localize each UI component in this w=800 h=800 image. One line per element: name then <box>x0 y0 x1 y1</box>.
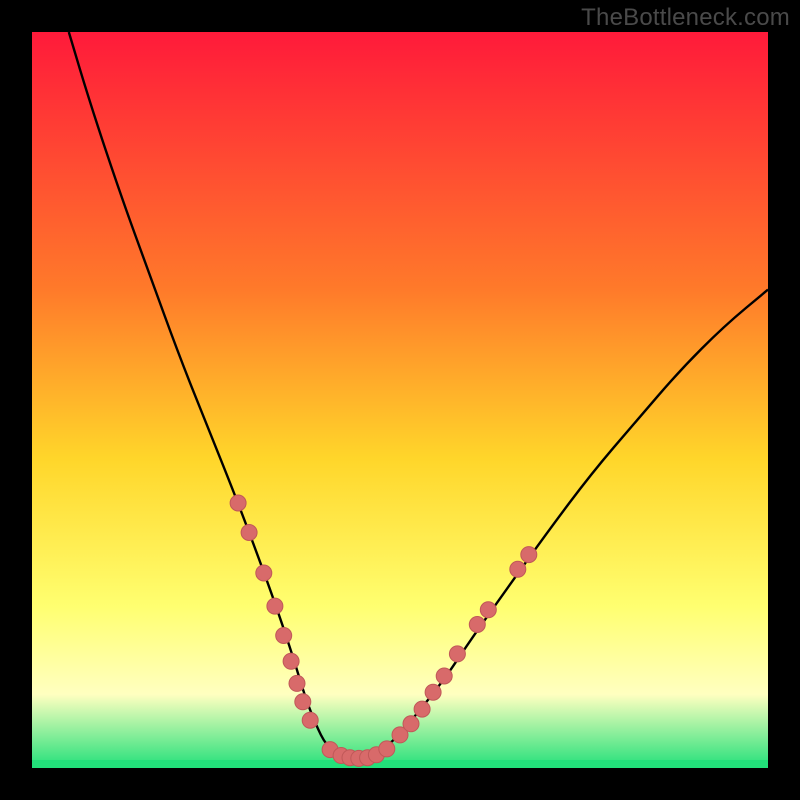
data-marker <box>510 561 526 577</box>
bottleneck-chart <box>0 0 800 800</box>
data-marker <box>276 628 292 644</box>
data-marker <box>267 598 283 614</box>
data-marker <box>379 741 395 757</box>
plot-background <box>32 32 768 768</box>
data-marker <box>283 653 299 669</box>
data-marker <box>449 646 465 662</box>
chart-frame: TheBottleneck.com <box>0 0 800 800</box>
data-marker <box>425 684 441 700</box>
data-marker <box>480 602 496 618</box>
data-marker <box>469 617 485 633</box>
data-marker <box>302 712 318 728</box>
data-marker <box>295 694 311 710</box>
green-baseline-strip <box>32 760 768 768</box>
data-marker <box>436 668 452 684</box>
data-marker <box>414 701 430 717</box>
data-marker <box>241 525 257 541</box>
data-marker <box>521 547 537 563</box>
watermark-text: TheBottleneck.com <box>581 4 790 32</box>
data-marker <box>256 565 272 581</box>
data-marker <box>289 675 305 691</box>
data-marker <box>230 495 246 511</box>
data-marker <box>403 716 419 732</box>
